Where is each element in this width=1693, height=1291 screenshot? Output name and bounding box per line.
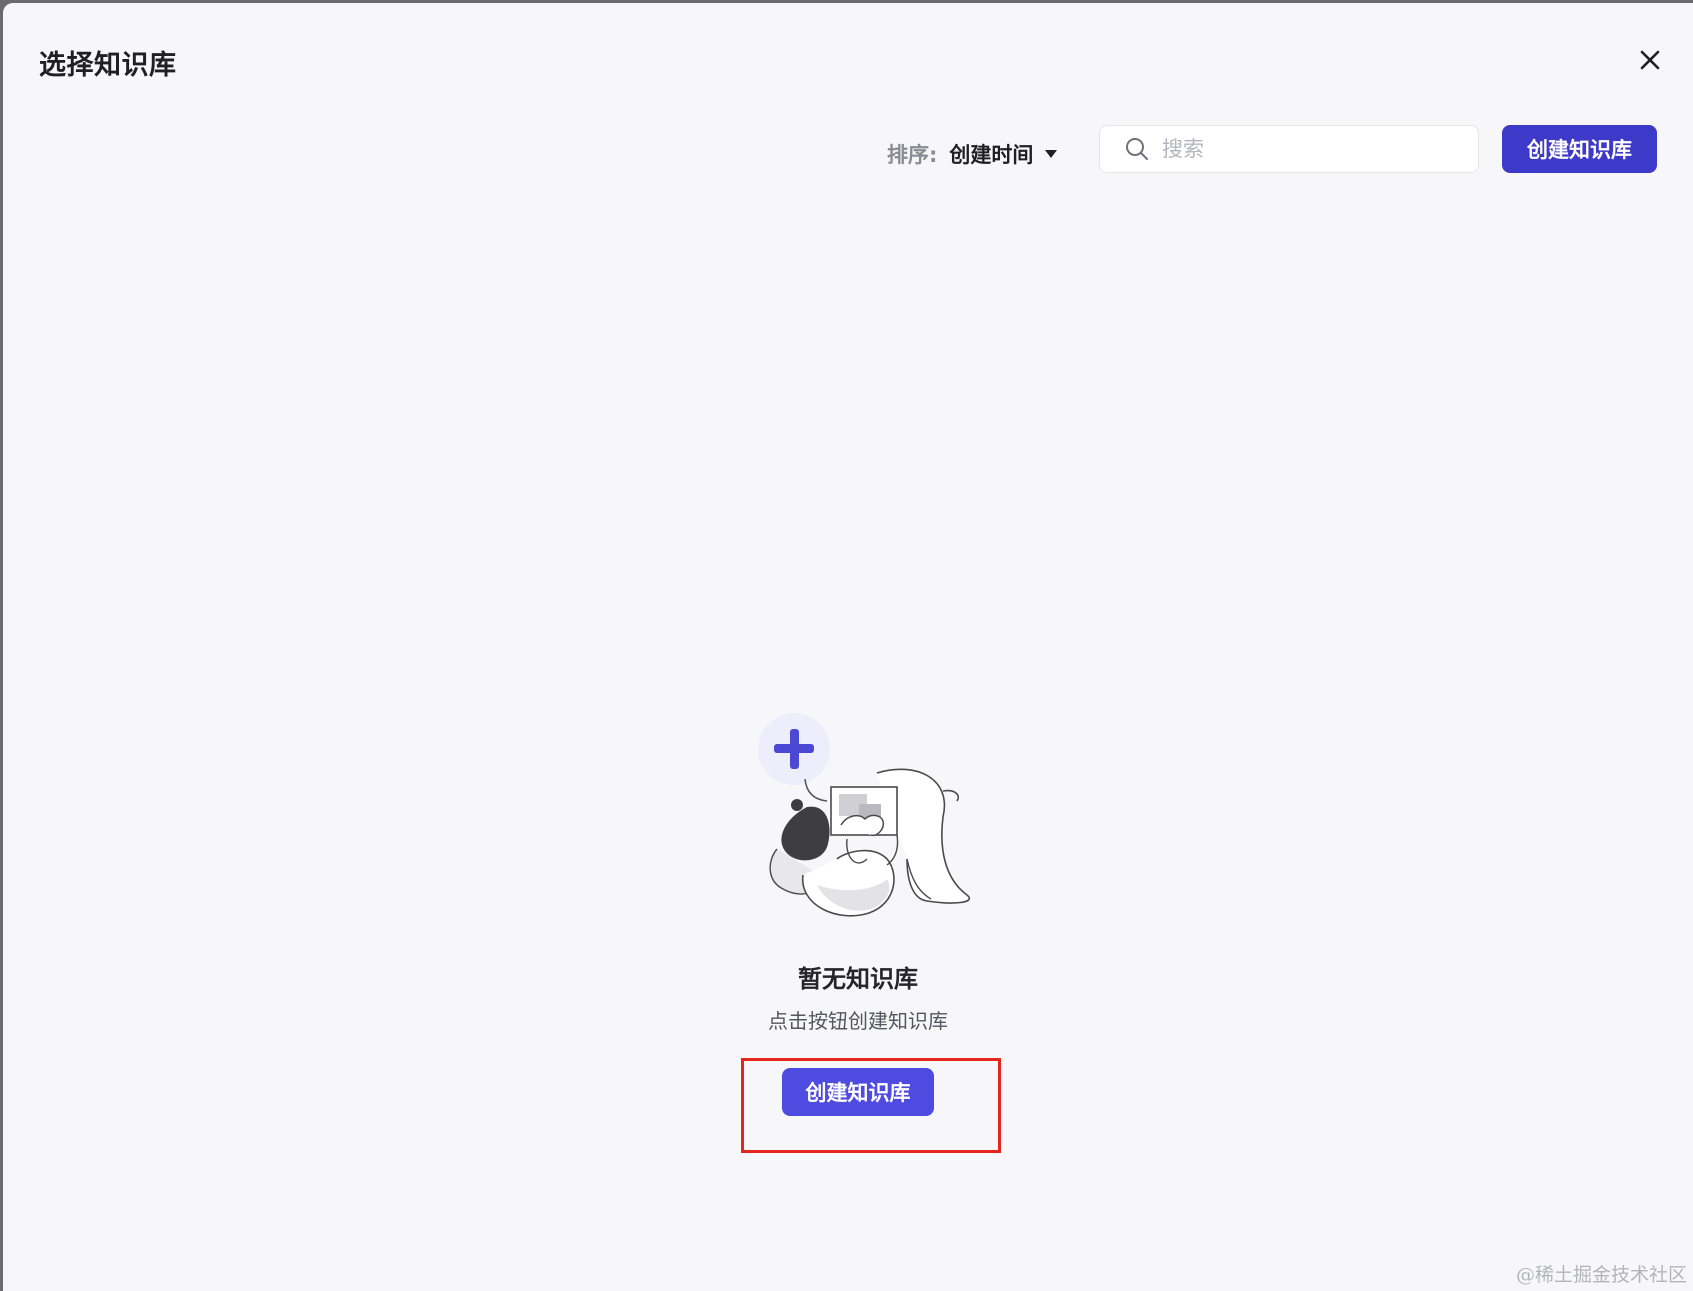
close-icon [1640, 50, 1660, 70]
close-button[interactable] [1633, 43, 1667, 77]
sort-dropdown[interactable]: 排序: 创建时间 [887, 137, 1059, 171]
search-input[interactable] [1160, 136, 1464, 162]
caret-down-icon [1045, 150, 1058, 158]
empty-state-subtitle: 点击按钮创建知识库 [768, 1009, 948, 1033]
page: 选择知识库 排序: 创建时间 创建知识库 [0, 0, 1693, 1291]
watermark: @稀土掘金技术社区 [1515, 1264, 1687, 1286]
sort-label: 排序: [887, 143, 938, 167]
sort-value: 创建时间 [949, 143, 1034, 167]
search-box[interactable] [1099, 125, 1479, 173]
empty-knowledge-base-illustration [758, 713, 971, 917]
dialog-title: 选择知识库 [39, 50, 177, 81]
annotation-highlight-box [741, 1058, 1001, 1153]
create-knowledge-base-button-header[interactable]: 创建知识库 [1502, 125, 1657, 173]
empty-state-title: 暂无知识库 [798, 965, 918, 993]
search-icon [1126, 138, 1148, 160]
select-knowledge-base-dialog: 选择知识库 排序: 创建时间 创建知识库 [3, 3, 1693, 1291]
